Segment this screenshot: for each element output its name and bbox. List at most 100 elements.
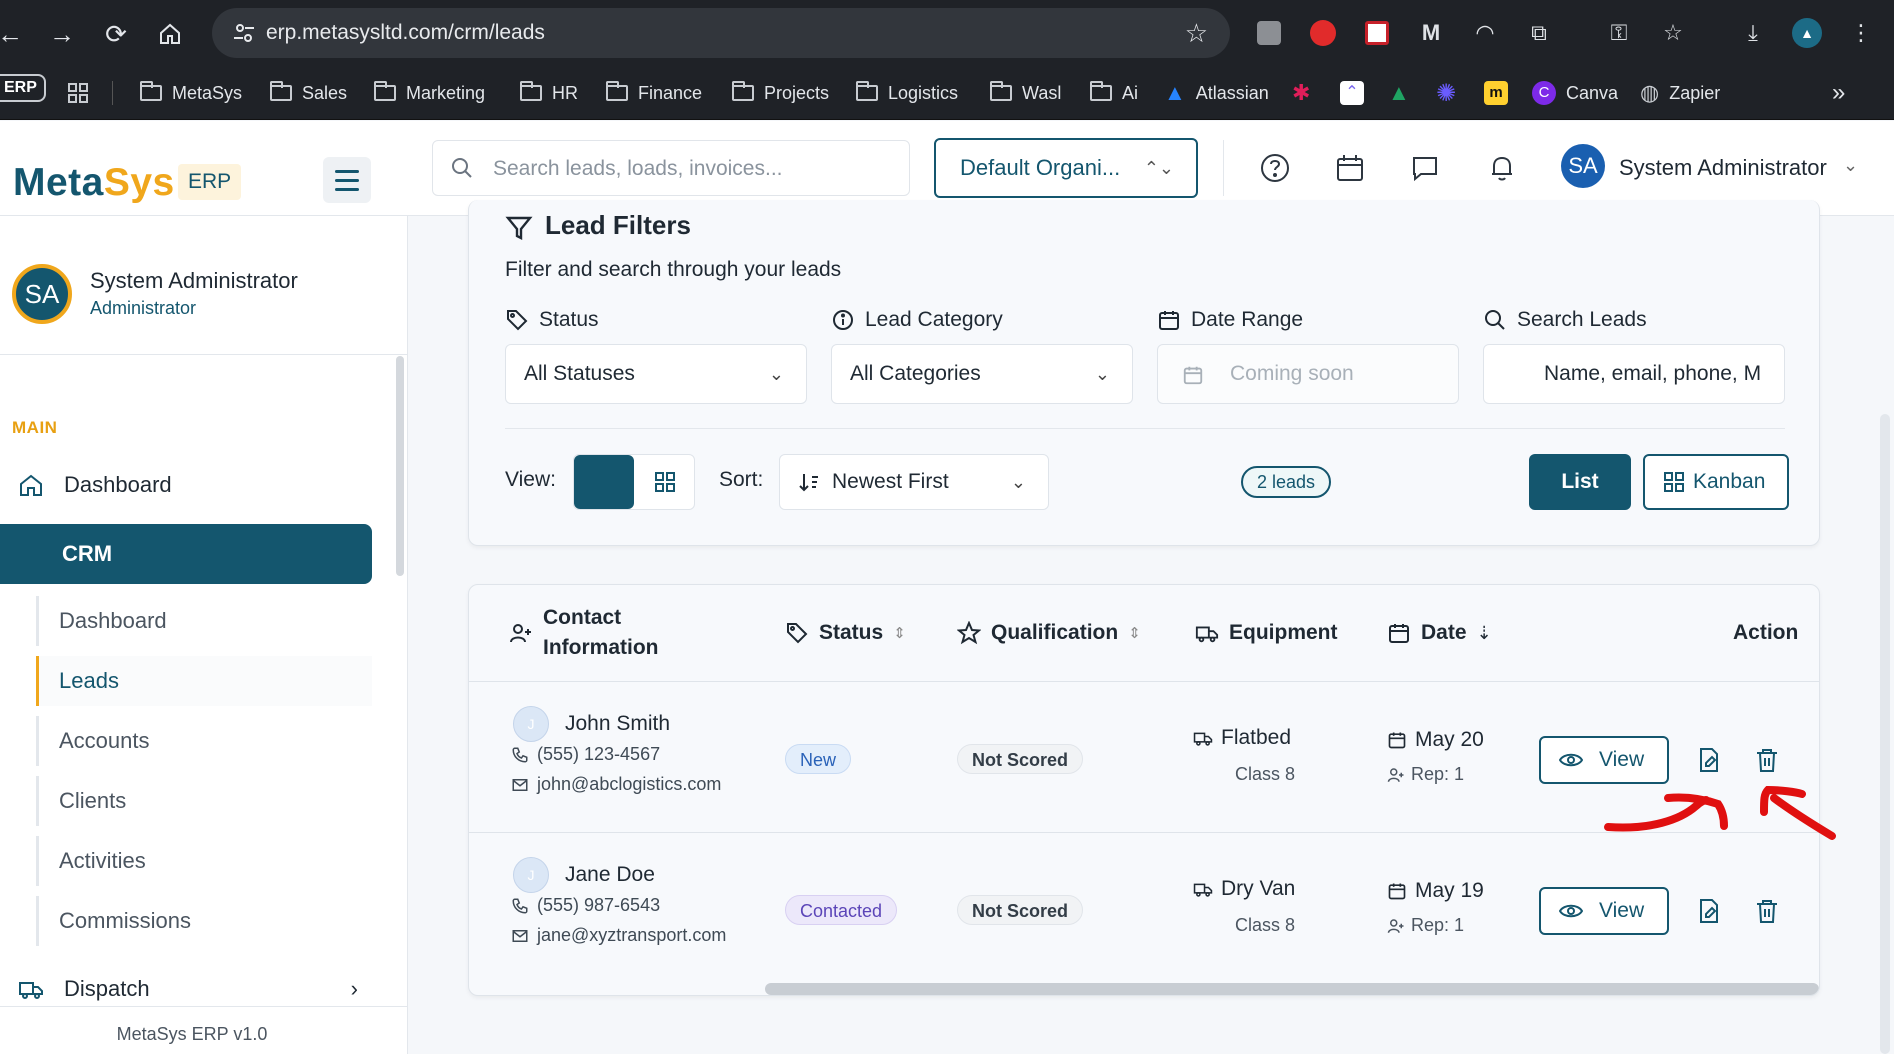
contact-name[interactable]: Jane Doe	[565, 863, 655, 887]
lead-date: May 20	[1387, 728, 1484, 752]
help-icon[interactable]	[1259, 152, 1291, 184]
sort-arrows-icon	[799, 474, 818, 492]
download-icon[interactable]: ⤓	[1736, 16, 1770, 50]
site-settings-icon[interactable]	[232, 21, 256, 45]
favorites-icon[interactable]: ☆	[1656, 16, 1690, 50]
view-lead-button[interactable]: View	[1539, 736, 1669, 784]
sidebar-subitem-activities[interactable]: Activities	[36, 836, 372, 886]
extensions-puzzle-icon[interactable]: ⧉	[1522, 16, 1556, 50]
grid-icon[interactable]	[654, 471, 676, 493]
zapier-icon: ◍	[1640, 80, 1660, 105]
edit-document-icon[interactable]	[1695, 897, 1723, 925]
page-scrollbar[interactable]	[1880, 414, 1890, 1054]
category-select[interactable]: All Categories ⌄	[831, 344, 1133, 404]
bookmark-slack[interactable]: ✱	[1292, 79, 1310, 107]
m-extension-icon[interactable]: M	[1414, 16, 1448, 50]
bookmark-folder-finance[interactable]: Finance	[606, 79, 702, 107]
search-leads-input[interactable]: Name, email, phone, M	[1483, 344, 1785, 404]
contact-phone: (555) 987-6543	[511, 895, 660, 916]
home-icon[interactable]	[154, 18, 186, 50]
atlassian-icon: ▲	[1164, 80, 1186, 105]
bookmark-folder-ai[interactable]: Ai	[1090, 79, 1138, 107]
apps-grid-icon[interactable]	[66, 79, 90, 107]
kanban-view-button[interactable]: Kanban	[1643, 454, 1789, 510]
back-icon[interactable]: ←	[0, 18, 26, 50]
organization-selector[interactable]: Default Organi... ⌃⌄	[934, 138, 1198, 198]
bookmark-drive[interactable]: ▲	[1388, 79, 1410, 107]
bookmark-folder-metasys[interactable]: MetaSys	[140, 79, 242, 107]
bookmark-folder-wasl[interactable]: Wasl	[990, 79, 1061, 107]
status-filter-label: Status	[505, 308, 599, 332]
column-header-status[interactable]: Status ⇕	[785, 585, 906, 681]
equipment-class: Class 8	[1235, 764, 1296, 784]
profile-icon[interactable]: ▲	[1790, 16, 1824, 50]
star-icon	[957, 621, 981, 645]
bookmark-folder-hr[interactable]: HR	[520, 79, 578, 107]
bookmark-star-icon[interactable]: ☆	[1185, 18, 1208, 49]
sidebar-item-dispatch[interactable]: Dispatch ›	[18, 976, 358, 1002]
browser-toolbar: ← → ⟳ erp.metasysltd.com/crm/leads ☆ M ◠…	[0, 0, 1894, 66]
bookmark-folder-logistics[interactable]: Logistics	[856, 79, 958, 107]
contact-name[interactable]: John Smith	[565, 712, 670, 736]
bookmark-gemini[interactable]: ✺	[1436, 79, 1456, 107]
sidebar-subitem-dashboard[interactable]: Dashboard	[36, 596, 372, 646]
view-toggle-list-option[interactable]	[574, 455, 634, 509]
delete-trash-icon[interactable]	[1753, 746, 1781, 774]
bookmark-folder-projects[interactable]: Projects	[732, 79, 829, 107]
app-logo[interactable]: MetaSys	[13, 161, 175, 205]
arc-icon[interactable]: ◠	[1468, 16, 1502, 50]
sort-select[interactable]: Newest First ⌄	[779, 454, 1049, 510]
user-avatar[interactable]: SA	[1561, 144, 1605, 188]
adblock-icon[interactable]	[1306, 16, 1340, 50]
home-icon	[20, 474, 42, 496]
chevron-down-icon[interactable]: ⌄	[1843, 155, 1858, 176]
mcafee-icon[interactable]	[1360, 16, 1394, 50]
calendar-icon	[1159, 311, 1179, 330]
url-text[interactable]: erp.metasysltd.com/crm/leads	[266, 21, 545, 45]
messages-icon[interactable]	[1409, 152, 1441, 184]
hamburger-menu-button[interactable]	[323, 157, 371, 203]
sidebar-subitem-leads[interactable]: Leads	[36, 656, 372, 706]
notifications-bell-icon[interactable]	[1486, 152, 1518, 184]
sidebar-item-crm[interactable]: CRM	[0, 524, 372, 584]
reload-icon[interactable]: ⟳	[100, 18, 132, 50]
edit-document-icon[interactable]	[1695, 746, 1723, 774]
erp-tab-group-chip[interactable]: ERP	[0, 74, 46, 102]
sidebar-subitem-commissions[interactable]: Commissions	[36, 896, 372, 946]
list-view-button[interactable]: List	[1529, 454, 1631, 510]
browser-menu-icon[interactable]: ⋮	[1844, 16, 1878, 50]
bookmark-folder-marketing[interactable]: Marketing	[374, 79, 485, 107]
sidebar-subitem-accounts[interactable]: Accounts	[36, 716, 372, 766]
table-horizontal-scrollbar[interactable]	[765, 983, 1819, 995]
column-header-date[interactable]: Date ⇣	[1387, 585, 1492, 681]
column-header-qualification[interactable]: Qualification ⇕	[957, 585, 1141, 681]
status-select[interactable]: All Statuses ⌄	[505, 344, 807, 404]
bookmarks-overflow-icon[interactable]: »	[1832, 79, 1845, 107]
view-lead-button[interactable]: View	[1539, 887, 1669, 935]
qualification-badge: Not Scored	[957, 895, 1084, 925]
user-menu-name[interactable]: System Administrator	[1619, 155, 1827, 181]
forward-icon[interactable]: →	[46, 18, 78, 50]
calendar-icon[interactable]	[1334, 152, 1366, 184]
global-search-input[interactable]: Search leads, loads, invoices...	[432, 140, 910, 196]
extension-icon[interactable]	[1252, 16, 1286, 50]
address-bar[interactable]: erp.metasysltd.com/crm/leads ☆	[212, 8, 1230, 58]
bookmark-folder-sales[interactable]: Sales	[270, 79, 347, 107]
user-icon	[1387, 767, 1404, 782]
delete-trash-icon[interactable]	[1753, 897, 1781, 925]
bookmark-atlassian[interactable]: ▲ Atlassian	[1164, 79, 1269, 107]
bookmark-canva[interactable]: C Canva	[1532, 79, 1618, 107]
bookmark-clickup[interactable]: ⌃	[1340, 79, 1364, 107]
search-placeholder: Search leads, loads, invoices...	[493, 157, 783, 180]
miro-icon: m	[1484, 81, 1508, 105]
equipment-type: Flatbed	[1193, 726, 1291, 750]
sidebar-scrollbar[interactable]	[396, 356, 404, 576]
bookmark-miro[interactable]: m	[1484, 79, 1508, 107]
column-header-contact: Contact Information	[509, 585, 659, 681]
bookmark-zapier[interactable]: ◍ Zapier	[1640, 79, 1720, 107]
view-toggle[interactable]	[573, 454, 695, 510]
password-key-icon[interactable]: ⚿	[1602, 16, 1636, 50]
sidebar-item-dashboard[interactable]: Dashboard	[18, 472, 172, 498]
sidebar-subitem-clients[interactable]: Clients	[36, 776, 372, 826]
sidebar-avatar: SA	[12, 264, 72, 324]
